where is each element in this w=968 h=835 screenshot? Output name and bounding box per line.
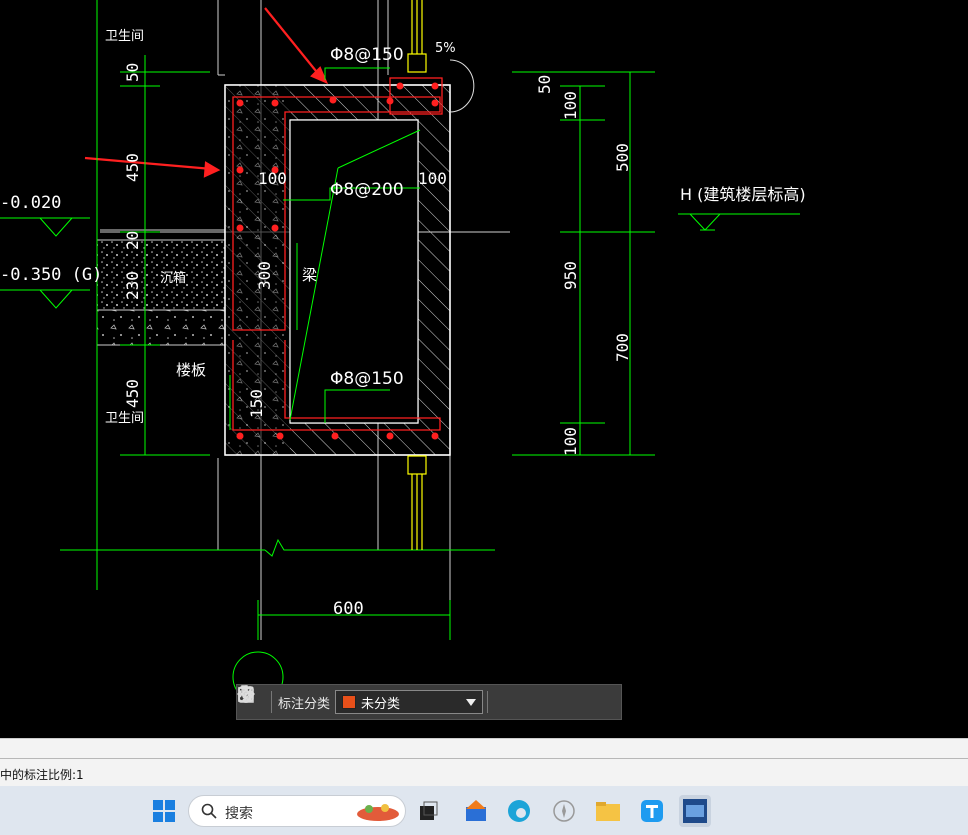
rebar-mid-label: Φ8@200 [330,180,404,200]
chevron-down-icon [466,699,477,706]
command-line-text: 中的标注比例:1 [0,768,84,782]
right-dim-100-top: 100 [561,91,580,120]
cad-drawing-canvas[interactable]: 卫生间 卫生间 -0.020 -0.350 (G) 沉箱 楼板 梁 Φ8@150… [0,0,968,738]
app-icon-1[interactable] [460,795,492,827]
detail-circle [449,59,475,113]
task-view-icon[interactable] [412,795,444,827]
room-label-top: 卫生间 [105,29,144,44]
right-dim-50: 50 [535,75,554,94]
right-dim-100-bottom: 100 [561,427,580,456]
dim-150: 150 [247,389,266,418]
dim-600: 600 [333,599,364,619]
left-dim-450-bottom: 450 [123,379,142,408]
move-icon[interactable] [237,685,552,717]
compass-app-icon[interactable] [548,795,580,827]
windows-start-icon[interactable] [148,795,180,827]
right-dim-950: 950 [561,261,580,290]
category-selected-value: 未分类 [361,696,401,712]
dim-300: 300 [255,261,274,290]
left-dim-50: 50 [123,63,142,82]
dim-100-right: 100 [418,169,447,188]
cad-app-icon[interactable] [679,795,711,827]
t-app-icon[interactable] [636,795,668,827]
floor-slab-section [96,309,226,346]
floor-slab-label: 楼板 [176,361,206,379]
annotation-toolbar: 标注分类 未分类 [236,684,622,720]
category-color-swatch [342,695,357,709]
edit-icon[interactable] [238,686,522,717]
search-highlight-icon [357,804,399,821]
horizontal-scrollbar[interactable] [0,738,968,759]
edge-browser-icon[interactable] [503,795,535,827]
file-explorer-icon[interactable] [592,795,624,827]
dim-100-left: 100 [258,169,287,188]
annotation-category-select[interactable]: 未分类 [335,690,484,714]
paste-icon[interactable] [238,685,612,717]
elevation-label-2: -0.350 (G) [0,265,102,285]
rebar-bottom-label: Φ8@150 [330,369,404,389]
taskbar-search-box[interactable]: 搜索 [188,795,406,827]
beam-label: 梁 [302,266,317,284]
toolbar-divider [271,691,272,713]
copy-icon[interactable] [238,686,582,717]
annotation-category-label: 标注分类 [278,696,331,712]
elevation-label-1: -0.020 [0,193,61,213]
sunken-box-label: 沉箱 [160,270,186,286]
right-dim-700: 700 [613,333,632,362]
toolbar-divider [487,691,489,713]
left-dim-450-top: 450 [123,153,142,182]
slope-label: 5% [435,41,456,56]
windows-taskbar [0,786,968,835]
room-label-bottom: 卫生间 [105,411,144,426]
search-placeholder-text: 搜索 [225,806,253,822]
rebar-top-label: Φ8@150 [330,45,404,65]
floor-level-label: H (建筑楼层标高) [680,185,806,204]
left-dim-230: 230 [123,271,142,300]
command-line[interactable]: 中的标注比例:1 [0,758,968,786]
search-icon [201,803,217,819]
right-dim-500: 500 [613,143,632,172]
left-dim-20: 20 [123,231,142,250]
cad-drawing: 卫生间 卫生间 -0.020 -0.350 (G) 沉箱 楼板 梁 Φ8@150… [0,0,806,703]
